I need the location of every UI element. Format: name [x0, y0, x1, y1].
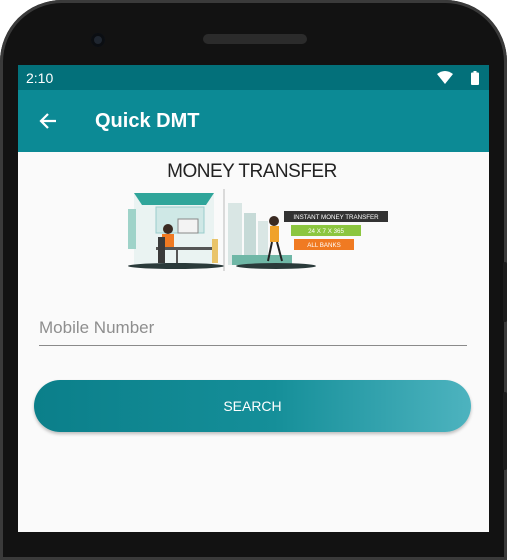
back-button[interactable]	[18, 90, 78, 152]
search-button[interactable]: SEARCH	[34, 380, 471, 432]
app-bar: Quick DMT	[18, 90, 489, 152]
volume-button	[503, 392, 507, 470]
banner-tag-instant: INSTANT MONEY TRANSFER	[293, 214, 379, 221]
money-transfer-banner: MONEY TRANSFER INSTANT MONEY TRANSFER 24…	[116, 159, 388, 274]
status-time: 2:10	[26, 69, 54, 86]
banner-tag-banks: ALL BANKS	[307, 242, 340, 249]
screen: 2:10 Quick DMT MONEY TRANSFER INSTANT MO…	[18, 65, 489, 532]
mobile-number-placeholder: Mobile Number	[39, 318, 155, 337]
status-bar: 2:10	[18, 65, 489, 90]
power-button	[503, 262, 507, 322]
phone-frame: 2:10 Quick DMT MONEY TRANSFER INSTANT MO…	[0, 0, 507, 560]
wifi-icon	[437, 71, 453, 84]
page-title: Quick DMT	[95, 109, 200, 132]
banner-tag-availability: 24 X 7 X 365	[308, 228, 344, 235]
earpiece-speaker	[203, 34, 307, 44]
arrow-back-icon	[39, 113, 56, 129]
search-button-label: SEARCH	[223, 398, 282, 414]
front-camera	[91, 33, 105, 47]
banner-heading: MONEY TRANSFER	[167, 161, 337, 182]
mobile-number-input[interactable]: Mobile Number	[39, 311, 467, 346]
battery-icon	[471, 70, 479, 85]
